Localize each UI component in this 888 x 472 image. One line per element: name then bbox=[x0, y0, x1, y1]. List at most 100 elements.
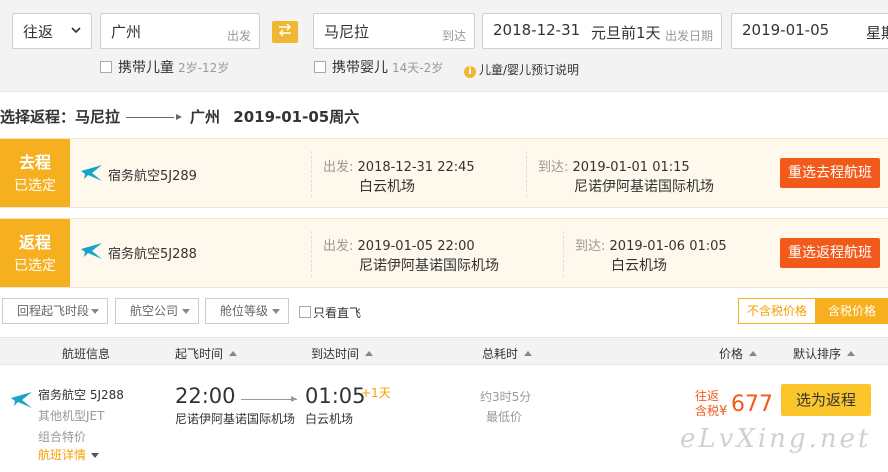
col-price-label: 价格 bbox=[719, 347, 744, 361]
outbound-arrive-airport: 尼诺伊阿基诺国际机场 bbox=[574, 179, 714, 195]
dropdown-arrow-icon bbox=[272, 309, 280, 314]
selected-outbound-row: 去程 已选定 宿务航空5J289 出发: 2018-12-31 22:45 白云… bbox=[0, 138, 888, 208]
infant-age: 14天-2岁 bbox=[392, 61, 444, 75]
flight-airline: 宿务航空 5J288 bbox=[38, 388, 124, 402]
from-city-input[interactable]: 广州 出发 bbox=[100, 13, 260, 49]
outbound-depart-time: 2018-12-31 22:45 bbox=[357, 160, 475, 175]
filter-bar: 回程起飞时段 航空公司 舱位等级 只看直飞 不含税价格 含税价格 bbox=[0, 298, 888, 326]
child-infant-info-link[interactable]: i 儿童/婴儿预订说明 bbox=[464, 61, 579, 78]
depart-date-value: 2018-12-31 bbox=[493, 21, 581, 39]
table-row: 宿务航空 5J288 其他机型JET 组合特价 航班详情 bbox=[0, 366, 888, 472]
col-duration-label: 总耗时 bbox=[482, 347, 519, 361]
flight-detail-link[interactable]: 航班详情 bbox=[38, 446, 100, 463]
arrive-label: 到达: bbox=[538, 160, 569, 175]
col-depart-time[interactable]: 起飞时间 bbox=[175, 345, 238, 362]
route-arrow-icon bbox=[176, 114, 183, 120]
return-tag-bottom: 已选定 bbox=[14, 258, 56, 274]
divider bbox=[311, 151, 312, 197]
return-depart-time: 2019-01-05 22:00 bbox=[357, 239, 475, 254]
filter-cabin-label: 舱位等级 bbox=[220, 304, 269, 318]
price-toggle: 不含税价格 含税价格 bbox=[738, 298, 888, 324]
flight-arrow-icon bbox=[291, 396, 297, 402]
col-price[interactable]: 价格 bbox=[719, 345, 758, 362]
outbound-tag: 去程 已选定 bbox=[0, 139, 70, 207]
return-arrive-airport: 白云机场 bbox=[611, 258, 667, 274]
watermark: eLvXing.net bbox=[680, 424, 872, 454]
flight-detail-label: 航班详情 bbox=[38, 448, 87, 462]
price-label-roundtrip: 往返 bbox=[695, 389, 720, 403]
price-incl-tax-tab[interactable]: 含税价格 bbox=[815, 299, 888, 323]
swap-icon bbox=[278, 23, 292, 37]
filter-cabin[interactable]: 舱位等级 bbox=[205, 298, 289, 324]
route-title: 选择返程：马尼拉 广州 2019-01-05周六 bbox=[0, 106, 359, 127]
to-city-hint: 到达 bbox=[441, 29, 466, 43]
outbound-tag-bottom: 已选定 bbox=[14, 178, 56, 194]
depart-date-input[interactable]: 2018-12-31 元旦前1天 出发日期 bbox=[482, 13, 722, 49]
direct-only-label: 只看直飞 bbox=[313, 306, 362, 320]
table-header: 航班信息 起飞时间 到达时间 总耗时 价格 默认排序 bbox=[0, 337, 888, 365]
search-bar: 往返 广州 出发 马尼拉 到达 2018-12-31 元旦前1天 出发日期 20… bbox=[0, 0, 888, 92]
swap-cities-button[interactable] bbox=[272, 21, 298, 43]
outbound-airline: 宿务航空5J289 bbox=[108, 169, 197, 184]
flight-price-label: 往返 含税 bbox=[695, 389, 719, 419]
flight-depart-time: 22:00 bbox=[175, 384, 236, 408]
info-text: 儿童/婴儿预订说明 bbox=[479, 63, 580, 77]
flight-depart-airport: 尼诺伊阿基诺国际机场 bbox=[175, 412, 296, 426]
depart-date-hint: 出发日期 bbox=[664, 29, 713, 43]
route-arrow-line bbox=[126, 117, 175, 118]
col-sort[interactable]: 默认排序 bbox=[793, 345, 856, 362]
flight-duration: 约3时5分 bbox=[480, 390, 532, 404]
airline-logo-icon bbox=[11, 392, 32, 408]
price-label-tax: 含税 bbox=[695, 404, 720, 418]
child-age: 2岁-12岁 bbox=[178, 61, 230, 75]
return-date-value: 2019-01-05 bbox=[742, 21, 830, 39]
chevron-down-icon bbox=[91, 453, 100, 458]
flight-arrive-time: 01:05 bbox=[305, 384, 366, 408]
trip-type-value: 往返 bbox=[23, 23, 54, 41]
return-date-input[interactable]: 2019-01-05 星期 bbox=[731, 13, 888, 49]
dropdown-arrow-icon bbox=[182, 309, 190, 314]
from-city-value: 广州 bbox=[111, 23, 142, 41]
to-city-value: 马尼拉 bbox=[324, 23, 370, 41]
sort-icon bbox=[229, 351, 238, 356]
sort-icon bbox=[749, 351, 758, 356]
col-duration[interactable]: 总耗时 bbox=[482, 345, 533, 362]
divider bbox=[311, 231, 312, 277]
sort-icon bbox=[847, 351, 856, 356]
direct-only-option[interactable]: 只看直飞 bbox=[299, 304, 361, 321]
chevron-down-icon bbox=[71, 27, 81, 34]
filter-airline[interactable]: 航空公司 bbox=[115, 298, 199, 324]
return-arrive-line: 到达: 2019-01-06 01:05 bbox=[575, 235, 727, 254]
selected-return-row: 返程 已选定 宿务航空5J288 出发: 2019-01-05 22:00 尼诺… bbox=[0, 218, 888, 288]
flight-aircraft-model: 其他机型JET bbox=[38, 409, 105, 423]
arrive-label: 到达: bbox=[575, 239, 606, 254]
return-arrive-time: 2019-01-06 01:05 bbox=[609, 239, 727, 254]
select-as-return-button[interactable]: 选为返程 bbox=[781, 384, 871, 416]
flight-arrow-line bbox=[241, 399, 297, 400]
reselect-return-button[interactable]: 重选返程航班 bbox=[780, 238, 880, 268]
filter-return-time[interactable]: 回程起飞时段 bbox=[2, 298, 108, 324]
outbound-tag-top: 去程 bbox=[18, 153, 51, 172]
reselect-outbound-button[interactable]: 重选去程航班 bbox=[780, 158, 880, 188]
to-city-input[interactable]: 马尼拉 到达 bbox=[313, 13, 475, 49]
trip-type-select[interactable]: 往返 bbox=[12, 13, 92, 49]
child-label: 携带儿童 bbox=[118, 60, 174, 76]
filter-return-time-label: 回程起飞时段 bbox=[17, 304, 90, 318]
filter-airline-label: 航空公司 bbox=[130, 304, 179, 318]
direct-only-checkbox[interactable] bbox=[299, 306, 311, 318]
col-arrive-time[interactable]: 到达时间 bbox=[311, 345, 374, 362]
return-date-hint: 星期 bbox=[866, 24, 888, 42]
col-sort-label: 默认排序 bbox=[793, 347, 842, 361]
price-excl-tax-tab[interactable]: 不含税价格 bbox=[739, 299, 815, 323]
child-checkbox[interactable] bbox=[100, 61, 112, 73]
route-title-prefix: 选择返程：马尼拉 bbox=[0, 108, 121, 126]
flight-plus-day-badge: +1天 bbox=[361, 386, 391, 400]
return-depart-airport: 尼诺伊阿基诺国际机场 bbox=[359, 258, 499, 274]
airline-logo-icon bbox=[81, 243, 102, 259]
infant-checkbox[interactable] bbox=[314, 61, 326, 73]
depart-date-note: 元旦前1天 bbox=[591, 24, 661, 42]
outbound-arrive-line: 到达: 2019-01-01 01:15 bbox=[538, 156, 690, 175]
infant-option[interactable]: 携带婴儿 14天-2岁 bbox=[314, 57, 443, 77]
child-option[interactable]: 携带儿童 2岁-12岁 bbox=[100, 57, 229, 77]
sort-icon bbox=[524, 351, 533, 356]
